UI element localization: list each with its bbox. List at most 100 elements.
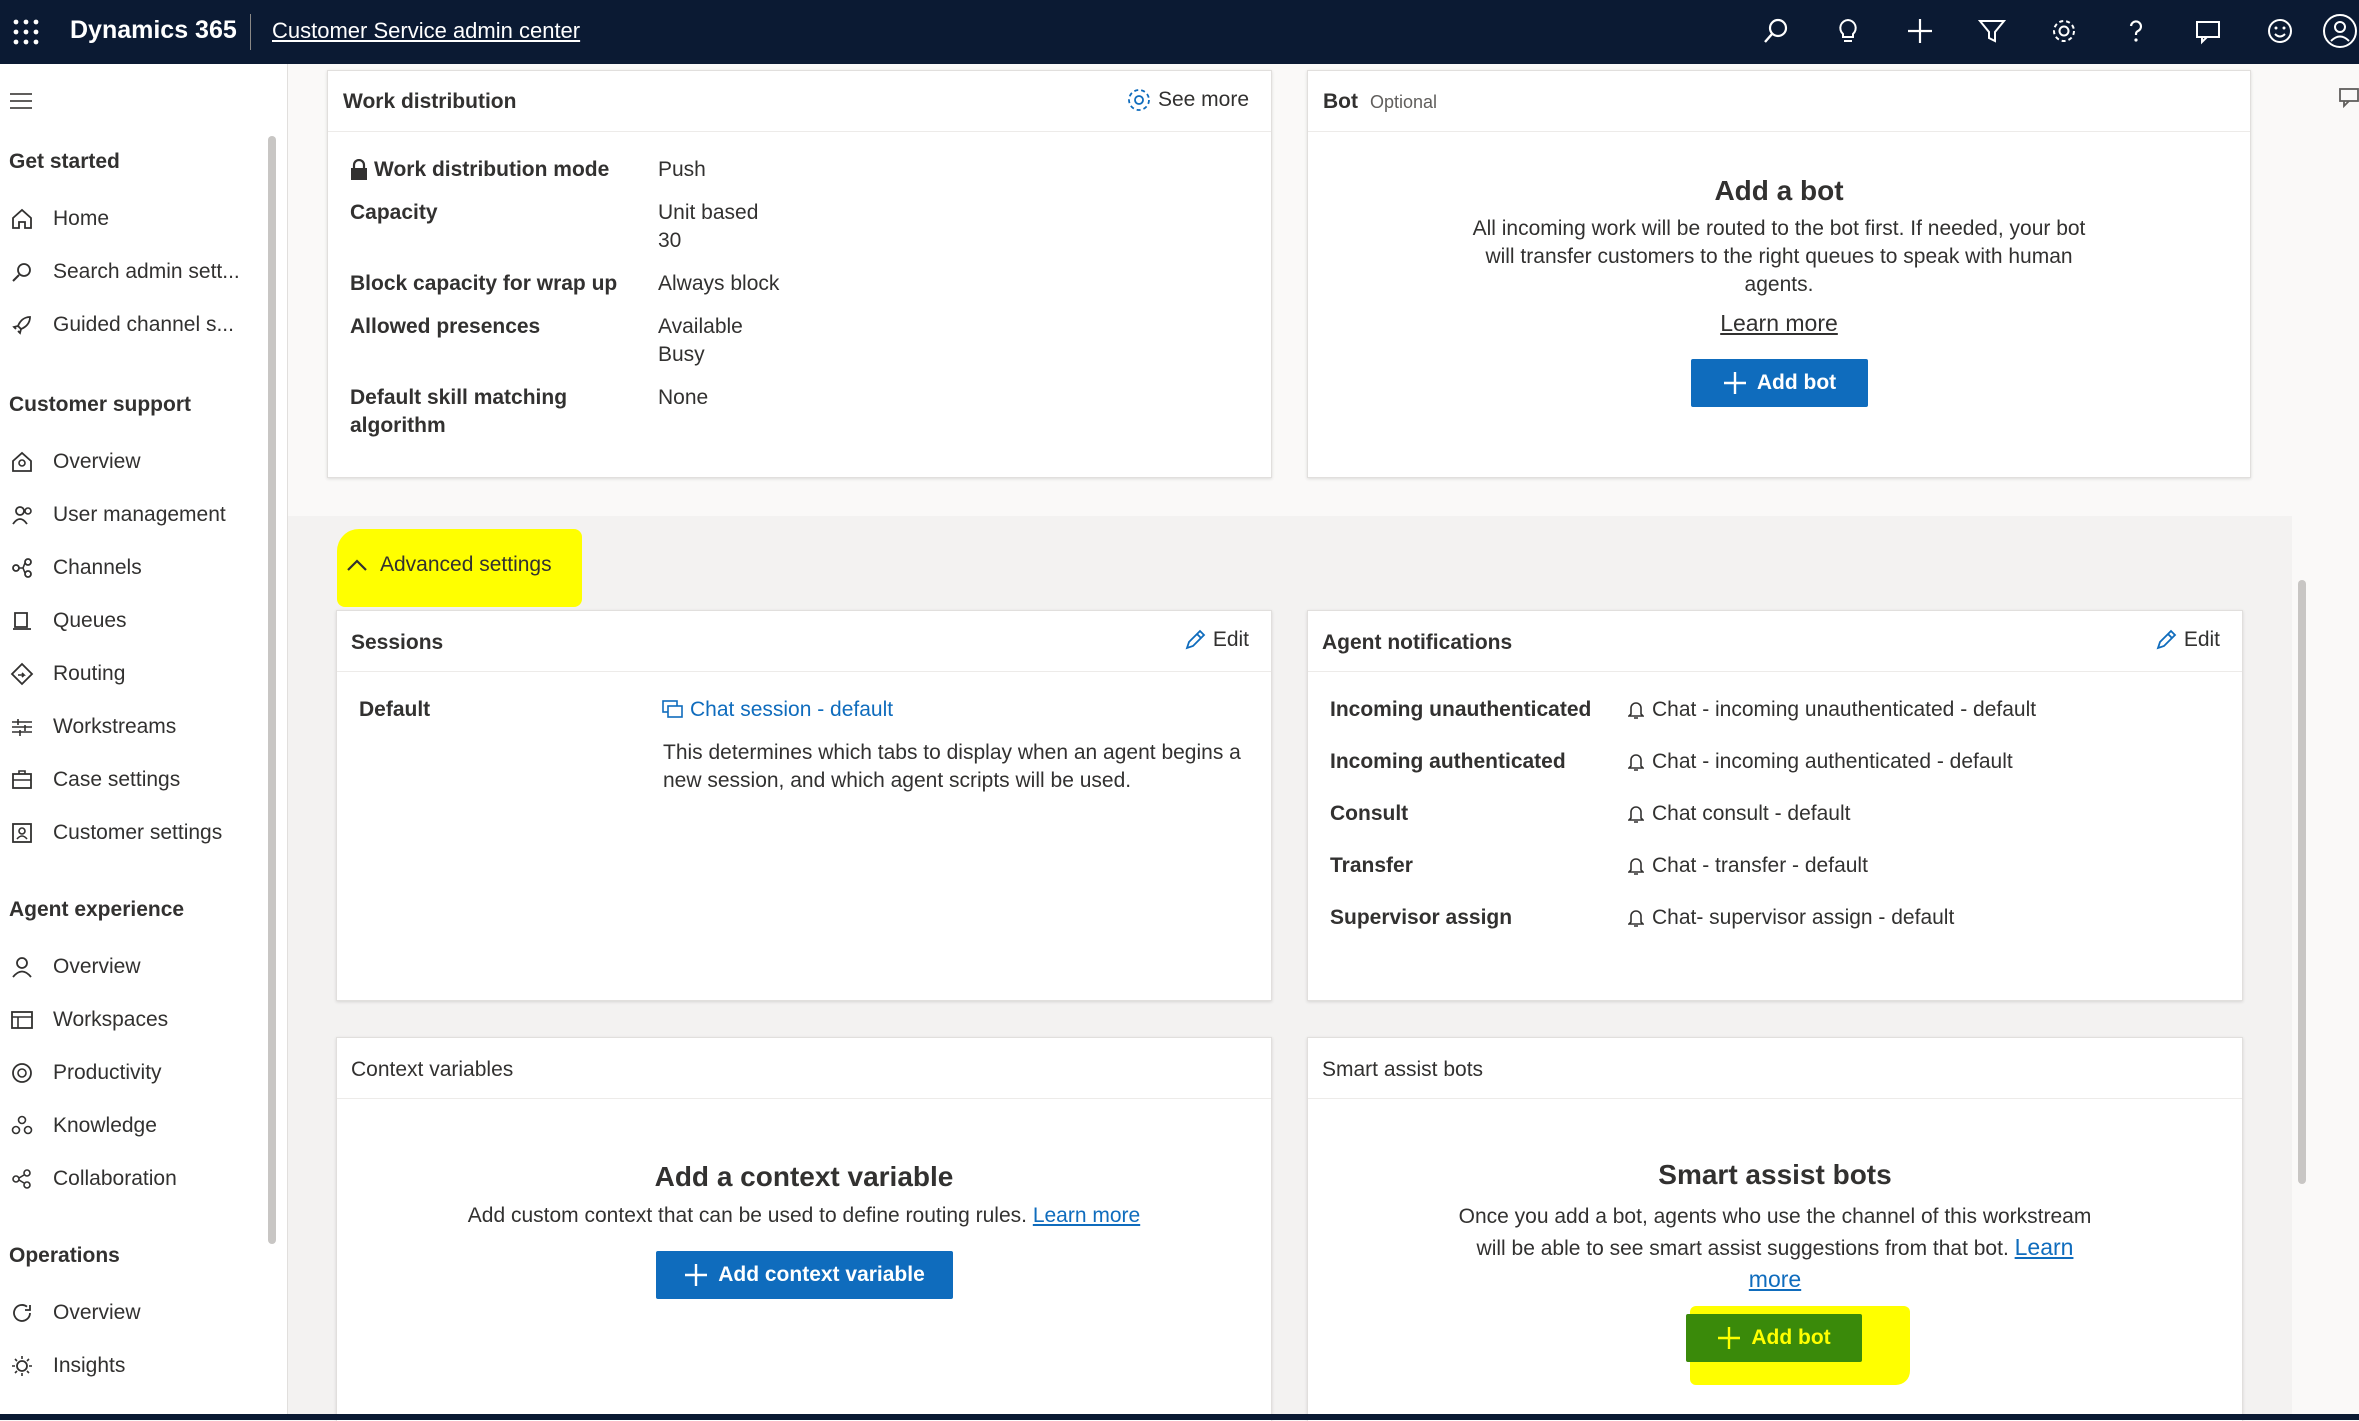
bell-icon [1628,804,1644,824]
wd-block-label: Block capacity for wrap up [350,272,618,295]
sidebar-item-label: Case settings [53,768,181,791]
wd-capacity-label: Capacity [350,201,438,224]
sidebar-item-search-admin-settings[interactable]: Search admin sett... [0,250,268,294]
context-empty-title: Add a context variable [654,1161,954,1192]
smart-assist-add-bot-label: Add bot [1751,1326,1831,1349]
card-header: Agent notifications Edit [1308,611,2242,672]
main-scrollbar[interactable] [2298,580,2306,1184]
sidebar-item-productivity[interactable]: Productivity [0,1051,268,1095]
smiley-icon[interactable] [2262,13,2298,49]
app-name-link[interactable]: Customer Service admin center [272,18,580,44]
sidebar-item-label: Overview [53,955,141,978]
topbar-divider [250,14,251,50]
routing-icon [7,659,37,689]
sidebar-item-user-management[interactable]: User management [0,493,268,537]
bot-card: Bot Optional Add a bot All incoming work … [1307,70,2251,478]
sessions-card: Sessions Edit Default Chat session - def… [336,610,1272,1001]
smart-assist-add-bot-button[interactable]: Add bot [1686,1314,1862,1362]
sidebar-item-knowledge[interactable]: Knowledge [0,1104,268,1148]
help-icon[interactable] [2118,13,2154,49]
sessions-default-label: Default [359,698,431,721]
sidebar-item-insights[interactable]: Insights [0,1344,268,1388]
card-header: Work distribution See more [328,71,1271,132]
sidebar-item-workspaces[interactable]: Workspaces [0,998,268,1042]
advanced-settings-label: Advanced settings [380,553,552,576]
card-header: Context variables [337,1038,1271,1099]
sidebar-item-label: Routing [53,662,126,685]
pencil-icon [1183,628,1207,652]
wd-skill-label: Default skill matching algorithm [350,386,568,437]
optional-label: Optional [1370,92,1438,112]
smart-assist-bots-card: Smart assist bots Smart assist bots Once… [1307,1037,2243,1421]
notif-value: Chat - incoming authenticated - default [1628,748,2013,776]
wd-block-value: Always block [658,272,780,295]
context-desc-text: Add custom context that can be used to d… [467,1204,1027,1227]
notif-value: Chat consult - default [1628,800,1850,828]
wd-presences-value: Available Busy [658,315,743,366]
sidebar-item-ops-overview[interactable]: Overview [0,1291,268,1335]
card-title: Work distribution [343,90,517,113]
gear-icon[interactable] [2046,13,2082,49]
avatar-icon[interactable] [2322,13,2358,49]
sidebar-item-guided-channel-setup[interactable]: Guided channel s... [0,303,268,347]
sidebar-item-ae-overview[interactable]: Overview [0,945,268,989]
chat-session-link[interactable]: Chat session - default [662,696,893,724]
notifications-edit-button[interactable]: Edit [2154,628,2220,652]
plus-icon[interactable] [1902,13,1938,49]
sessions-edit-button[interactable]: Edit [1183,628,1249,652]
card-title: Bot Optional [1323,90,1437,114]
add-bot-button[interactable]: Add bot [1691,359,1868,407]
notif-label: Transfer [1330,854,1413,877]
chat-icon[interactable] [2190,13,2226,49]
menu-toggle-icon[interactable] [10,92,34,110]
edit-label: Edit [2183,628,2220,651]
person-icon [7,952,37,982]
rocket-icon [7,310,37,340]
sidebar-item-label: Workstreams [53,715,177,738]
bell-icon [1628,856,1644,876]
brand-name[interactable]: Dynamics 365 [70,16,237,45]
sidebar-item-cs-overview[interactable]: Overview [0,440,268,484]
advanced-settings-toggle[interactable]: Advanced settings [346,553,552,577]
home-icon [7,204,37,234]
bell-icon [1628,700,1644,720]
sidebar-item-workstreams[interactable]: Workstreams [0,705,268,749]
bot-learn-more-link[interactable]: Learn more [1308,309,2250,337]
sidebar-item-routing[interactable]: Routing [0,652,268,696]
users-icon [7,500,37,530]
card-title: Smart assist bots [1322,1058,1484,1081]
notif-label: Incoming authenticated [1330,750,1566,773]
feedback-icon[interactable] [2338,86,2359,108]
session-description: This determines which tabs to display wh… [663,741,1241,792]
see-more-label: See more [1157,88,1249,111]
sidebar-item-label: Overview [53,1301,141,1324]
context-empty-desc: Add custom context that can be used to d… [337,1202,1271,1230]
lightbulb-icon[interactable] [1830,13,1866,49]
bot-title: Bot [1323,90,1358,113]
notif-label: Incoming unauthenticated [1330,698,1592,721]
sidebar-item-collaboration[interactable]: Collaboration [0,1157,268,1201]
sidebar-item-label: Collaboration [53,1167,177,1190]
gear-icon [1126,87,1152,113]
add-context-variable-button[interactable]: Add context variable [656,1251,953,1299]
productivity-icon [7,1058,37,1088]
sidebar-item-case-settings[interactable]: Case settings [0,758,268,802]
see-more-button[interactable]: See more [1126,87,1249,113]
sidebar-scrollbar[interactable] [268,136,276,1244]
app-launcher-icon[interactable] [10,16,42,48]
card-title: Sessions [351,631,444,654]
search-icon[interactable] [1758,13,1794,49]
filter-icon[interactable] [1974,13,2010,49]
channels-icon [7,553,37,583]
wd-row-label: Work distribution mode [350,156,609,184]
context-learn-more-link[interactable]: Learn more [1033,1204,1140,1227]
notif-value: Chat - incoming unauthenticated - defaul… [1628,696,2036,724]
sidebar-item-home[interactable]: Home [0,197,268,241]
sidebar-item-label: Search admin sett... [53,260,240,283]
sidebar-item-channels[interactable]: Channels [0,546,268,590]
sidebar-item-customer-settings[interactable]: Customer settings [0,811,268,855]
wd-capacity-value: Unit based 30 [658,201,759,252]
workstreams-icon [7,712,37,742]
sidebar-item-queues[interactable]: Queues [0,599,268,643]
wd-skill-value: None [658,386,709,409]
